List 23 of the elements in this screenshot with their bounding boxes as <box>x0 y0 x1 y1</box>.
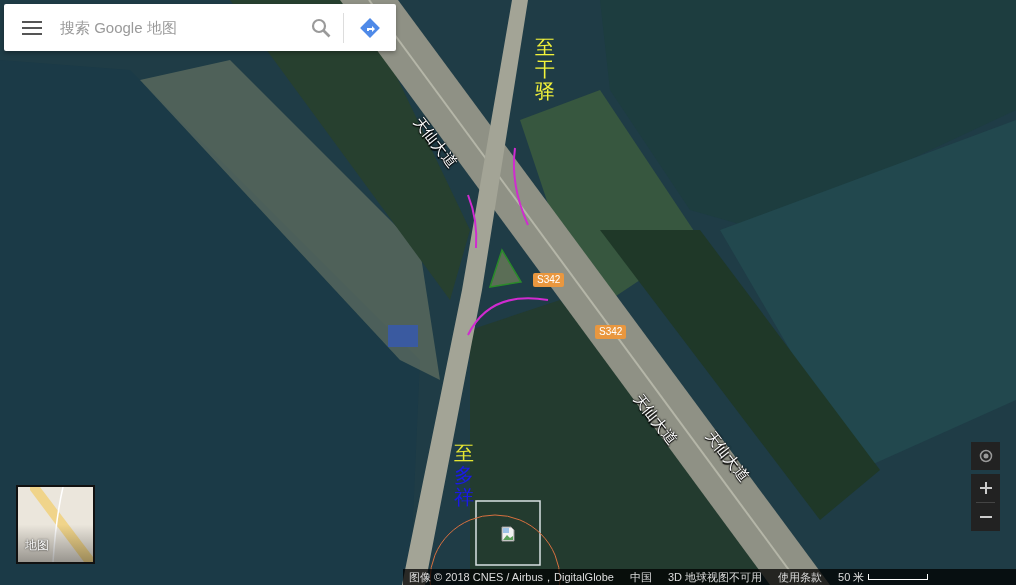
minus-icon <box>979 516 992 518</box>
road-label: 天仙大道 <box>701 427 753 486</box>
search-icon <box>311 17 331 38</box>
search-field[interactable]: 搜索 Google 地图 <box>60 4 299 51</box>
terms-link[interactable]: 使用条款 <box>778 569 823 585</box>
route-shield: S342 <box>595 325 627 339</box>
map-annotation: 至 <box>454 442 474 464</box>
plus-icon <box>979 482 992 494</box>
location-icon <box>978 449 993 463</box>
road-label: 天仙大道 <box>409 113 461 172</box>
footer-text: 中国 <box>629 569 652 585</box>
route-shield: S342 <box>533 273 565 287</box>
broken-image-icon <box>501 526 515 542</box>
scale-label: 50 米 <box>838 569 865 585</box>
footer-text: 图像 © 2018 CNES / Airbus，DigitalGlobe <box>409 569 614 585</box>
road-label: 天仙大道 <box>629 390 681 449</box>
footer-text: 3D 地球视图不可用 <box>667 569 763 585</box>
menu-icon <box>22 20 42 35</box>
search-box[interactable]: 搜索 Google 地图 <box>4 4 396 51</box>
my-location-button[interactable] <box>971 442 1000 470</box>
map-annotation: 多祥 <box>454 464 474 508</box>
scale-bar <box>868 574 929 580</box>
map-annotation: 至干驿 <box>535 36 555 102</box>
